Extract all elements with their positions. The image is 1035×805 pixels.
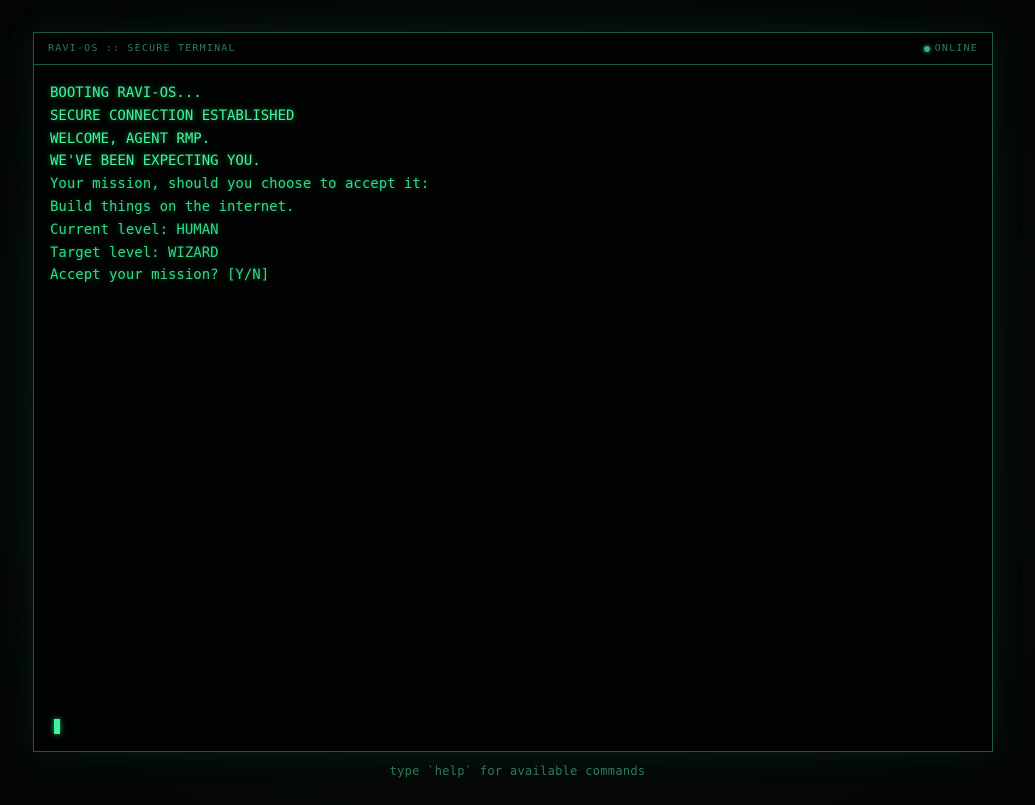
status-label: ONLINE (934, 43, 978, 54)
output-line: Accept your mission? [Y/N] (50, 267, 270, 284)
connection-status: ONLINE (923, 43, 978, 54)
output-line: BOOTING RAVI-OS... (50, 85, 202, 101)
output-line: Current level: HUMAN (50, 221, 219, 238)
output-line: SECURE CONNECTION ESTABLISHED (50, 107, 295, 124)
output-line: Target level: WIZARD (50, 244, 219, 261)
output-line: Your mission, should you choose to accep… (50, 176, 430, 193)
terminal-titlebar: RAVI-OS :: SECURE TERMINAL ONLINE (34, 33, 992, 65)
terminal-output: BOOTING RAVI-OS... SECURE CONNECTION EST… (50, 82, 976, 287)
cursor-input-block[interactable] (54, 719, 60, 734)
window-title: RAVI-OS :: SECURE TERMINAL (48, 43, 236, 54)
output-line: Build things on the internet. (50, 198, 295, 215)
footer-hint: type `help` for available commands (389, 764, 646, 778)
terminal-window[interactable]: RAVI-OS :: SECURE TERMINAL ONLINE BOOTIN… (33, 32, 993, 752)
status-dot-icon (923, 45, 930, 52)
output-line: WE'VE BEEN EXPECTING YOU. (50, 153, 261, 170)
output-line: WELCOME, AGENT RMP. (50, 130, 211, 147)
